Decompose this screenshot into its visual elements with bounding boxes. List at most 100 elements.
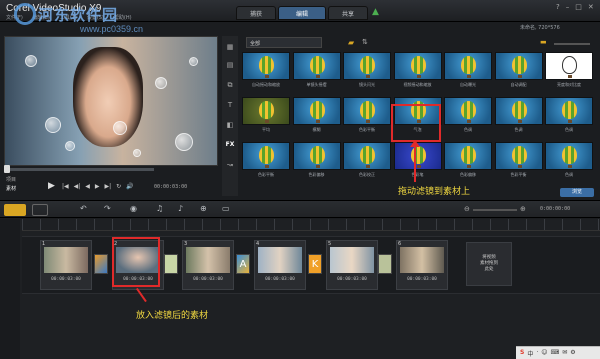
basket-icon <box>467 165 471 168</box>
go-start-icon[interactable]: |◀ <box>62 183 69 190</box>
record-capture-icon[interactable]: ◉ <box>130 204 137 213</box>
clip-drop-zone[interactable]: 将视频 素材拖到 此处 <box>466 242 512 286</box>
filter-label: 模糊 <box>312 127 321 132</box>
filter-thumbnail[interactable] <box>444 142 492 170</box>
tab-share[interactable]: 共享 <box>328 6 368 20</box>
storyboard-view-button[interactable] <box>4 204 26 216</box>
mail-icon[interactable]: ✉ <box>562 349 567 357</box>
zoom-in-icon[interactable]: ⊕ <box>520 205 526 213</box>
upload-arrow-icon[interactable]: ▲ <box>372 8 380 18</box>
balloon-icon <box>410 146 426 164</box>
storyboard-clip[interactable]: 1 00:00:03:00 <box>40 240 92 290</box>
path-icon[interactable]: ↝ <box>225 160 235 170</box>
clip-mode-label[interactable]: 素材 <box>6 185 16 192</box>
forward-icon[interactable]: ▶ <box>95 183 100 190</box>
scrubber-handle[interactable] <box>4 165 10 173</box>
clip-duration: 00:00:03:00 <box>265 277 295 282</box>
motion-tracking-icon[interactable]: ⊕ <box>200 204 207 213</box>
storyboard-clip[interactable]: 5 00:00:03:00 <box>326 240 378 290</box>
filter-thumbnail[interactable] <box>292 97 341 125</box>
ime-icon[interactable]: S <box>520 349 524 357</box>
library-toolbar: 全部 ▰ ⇅ ▬ <box>222 36 596 50</box>
clip-duration: 00:00:03:00 <box>407 277 437 282</box>
filter-thumbnail[interactable] <box>444 97 492 125</box>
fx-icon[interactable]: FX <box>225 140 235 150</box>
settings-icon[interactable]: ⚙ <box>570 349 575 357</box>
auto-music-icon[interactable]: ♪ <box>178 204 183 213</box>
transition-thumbnail[interactable] <box>164 254 178 274</box>
preview-window[interactable] <box>4 36 218 166</box>
title-icon[interactable]: T <box>225 100 235 110</box>
filter-thumbnail[interactable] <box>242 142 290 170</box>
balloon-icon <box>360 56 375 74</box>
filter-thumbnail[interactable] <box>393 52 442 80</box>
filter-thumbnail[interactable] <box>545 97 593 125</box>
timeline-view-button[interactable] <box>32 204 48 216</box>
storyboard-clip[interactable]: 3 00:00:03:00 <box>182 240 234 290</box>
go-end-icon[interactable]: ▶| <box>105 183 112 190</box>
sort-icon[interactable]: ⇅ <box>362 38 368 46</box>
thumbnail-size-slider[interactable] <box>554 43 590 45</box>
volume-icon[interactable]: 🔊 <box>126 183 133 190</box>
keyboard-icon[interactable]: ⌨ <box>551 349 560 357</box>
repeat-icon[interactable]: ↻ <box>116 183 121 190</box>
subtitle-editor-icon[interactable]: ▭ <box>222 204 230 213</box>
filter-label: 色调 <box>464 127 472 132</box>
filter-thumbnail[interactable] <box>494 97 543 125</box>
filter-thumbnail[interactable] <box>343 52 391 80</box>
close-icon[interactable]: ✕ <box>588 3 594 11</box>
filter-thumbnail[interactable] <box>242 97 290 125</box>
balloon-icon <box>309 101 325 119</box>
language-icon[interactable]: 中 <box>527 349 533 358</box>
minimize-icon[interactable]: – <box>566 3 570 11</box>
redo-icon[interactable]: ↷ <box>104 204 111 213</box>
clip-thumbnail <box>400 247 444 273</box>
storyboard-clip[interactable]: 6 00:00:03:00 <box>396 240 448 290</box>
browse-button[interactable]: 浏览 <box>560 188 594 197</box>
instant-project-icon[interactable]: ▤ <box>225 60 235 70</box>
basket-icon <box>517 120 522 123</box>
filter-thumbnail[interactable] <box>494 142 543 170</box>
folder-icon[interactable]: ▰ <box>348 38 354 47</box>
transition-icon[interactable]: ⧉ <box>225 80 235 90</box>
help-icon[interactable]: ? <box>556 3 560 11</box>
transition-thumbnail[interactable]: K <box>308 254 322 274</box>
filter-thumbnail[interactable] <box>545 142 593 170</box>
transition-thumbnail[interactable] <box>94 254 108 274</box>
rewind-icon[interactable]: ◀ <box>85 183 90 190</box>
transition-thumbnail[interactable]: A <box>236 254 250 274</box>
timeline-ruler[interactable] <box>22 219 600 231</box>
tab-edit[interactable]: 编辑 <box>278 6 326 20</box>
project-mode-label[interactable]: 项目 <box>6 176 16 183</box>
preview-timecode[interactable]: 00:00:03:00 <box>154 184 187 190</box>
storyboard-clip[interactable]: 4 00:00:03:00 <box>254 240 306 290</box>
filter-label: 视频摇动和缩放 <box>403 82 432 87</box>
filter-category-dropdown[interactable]: 全部 <box>246 37 322 48</box>
filter-thumbnail[interactable] <box>292 142 341 170</box>
graphic-icon[interactable]: ◧ <box>225 120 235 130</box>
emoji-icon[interactable]: ☺ <box>541 349 547 357</box>
filter-thumbnail[interactable] <box>343 142 391 170</box>
prev-frame-icon[interactable]: ◀| <box>74 183 81 190</box>
undo-icon[interactable]: ↶ <box>80 204 87 213</box>
zoom-out-icon[interactable]: ⊖ <box>464 205 470 213</box>
basket-icon <box>517 165 522 168</box>
maximize-icon[interactable]: □ <box>575 3 582 11</box>
filter-thumbnail[interactable] <box>494 52 543 80</box>
transition-thumbnail[interactable] <box>378 254 392 274</box>
scrubber-track[interactable] <box>4 168 154 171</box>
tab-capture[interactable]: 捕获 <box>236 6 276 20</box>
zoom-slider[interactable] <box>473 209 517 211</box>
filter-thumbnail[interactable] <box>292 52 341 80</box>
window-controls: ? – □ ✕ <box>556 3 594 11</box>
filter-thumbnail[interactable] <box>545 52 593 80</box>
view-toggle-icon[interactable]: ▬ <box>540 38 547 46</box>
filter-thumbnail[interactable] <box>343 97 391 125</box>
filter-thumbnail[interactable] <box>444 52 492 80</box>
play-button[interactable]: ▶ <box>48 181 55 191</box>
watermark-text: 河东软件园 <box>38 6 119 24</box>
filter-thumbnail[interactable] <box>242 52 290 80</box>
punctuation-icon[interactable]: · <box>536 349 538 357</box>
balloon-icon <box>461 146 476 164</box>
sound-mixer-icon[interactable]: ♫ <box>156 204 163 213</box>
